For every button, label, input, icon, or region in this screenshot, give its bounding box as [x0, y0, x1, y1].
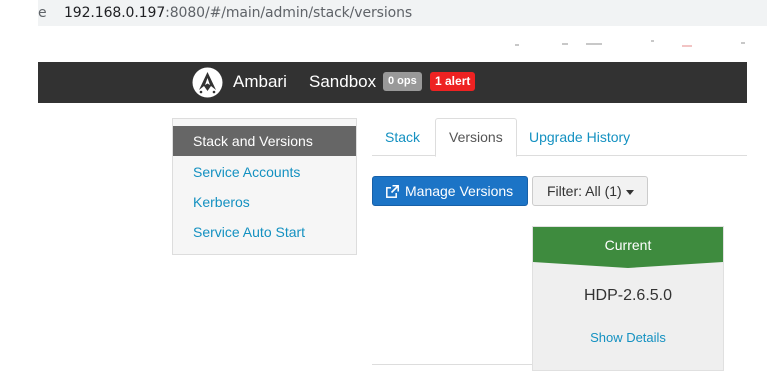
divider [372, 364, 532, 365]
version-status-header: Current [533, 227, 723, 268]
artifact-speck [515, 44, 519, 46]
url-host: 192.168.0.197 [64, 5, 166, 21]
filter-dropdown[interactable]: Filter: All (1) [532, 176, 648, 206]
artifact-speck [682, 45, 692, 47]
version-status-label: Current [604, 237, 652, 253]
url-path: :8080/#/main/admin/stack/versions [165, 5, 413, 21]
sidebar-item-stack-and-versions[interactable]: Stack and Versions [173, 126, 356, 156]
alerts-badge[interactable]: 1 alert [430, 72, 476, 91]
top-navbar: Ambari Sandbox 0 ops 1 alert [38, 62, 747, 103]
manage-versions-button[interactable]: Manage Versions [372, 176, 528, 206]
chevron-down-icon [625, 189, 634, 195]
sidebar-item-service-auto-start[interactable]: Service Auto Start [173, 217, 356, 247]
brand-name[interactable]: Ambari [233, 72, 287, 92]
artifact-speck [586, 43, 602, 45]
sidebar-item-service-accounts[interactable]: Service Accounts [173, 157, 356, 187]
external-link-icon [386, 185, 399, 198]
artifact-speck [741, 42, 745, 44]
browser-address-bar[interactable]: e 192.168.0.197:8080/#/main/admin/stack/… [0, 0, 767, 26]
left-margin [0, 0, 38, 371]
filter-label: Filter: All (1) [547, 183, 622, 199]
background-ops-badge[interactable]: 0 ops [383, 72, 422, 91]
stack-tabs: Stack Versions Upgrade History [372, 118, 747, 157]
sidebar-item-kerberos[interactable]: Kerberos [173, 187, 356, 217]
tab-versions[interactable]: Versions [435, 118, 517, 157]
version-card: Current HDP-2.6.5.0 Show Details [532, 226, 724, 371]
tab-stack[interactable]: Stack [372, 118, 433, 156]
browser-edge-glyph: e [38, 5, 47, 21]
show-details-link[interactable]: Show Details [533, 330, 723, 345]
tab-upgrade-history[interactable]: Upgrade History [516, 118, 643, 156]
manage-versions-label: Manage Versions [405, 183, 514, 199]
cluster-name[interactable]: Sandbox [309, 72, 376, 92]
artifact-speck [562, 43, 568, 45]
ambari-logo-icon[interactable] [192, 67, 223, 98]
admin-sidebar: Stack and Versions Service Accounts Kerb… [172, 118, 357, 255]
url-text[interactable]: 192.168.0.197:8080/#/main/admin/stack/ve… [64, 5, 412, 21]
version-name: HDP-2.6.5.0 [583, 287, 673, 304]
artifact-speck [651, 40, 654, 42]
